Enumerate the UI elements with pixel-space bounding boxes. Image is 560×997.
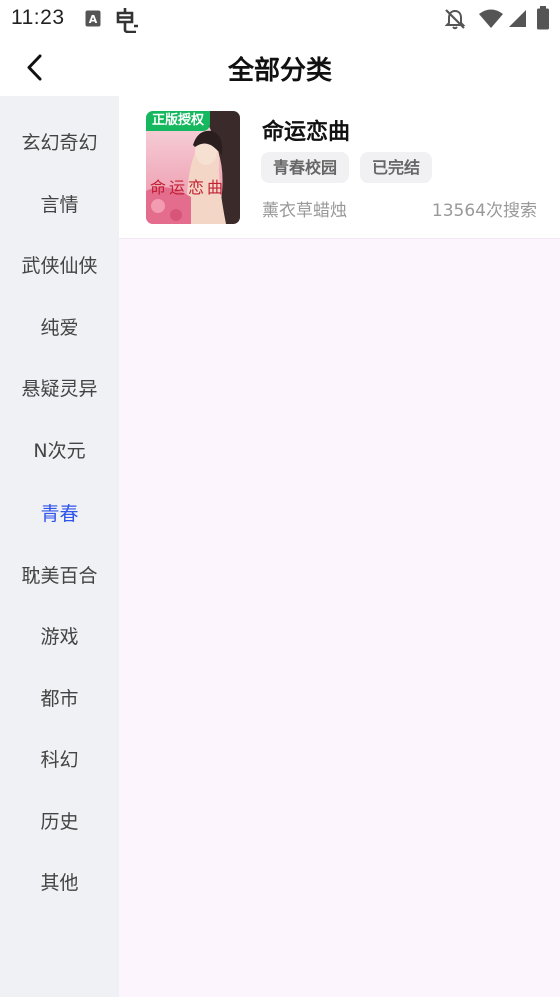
app-notification-icon bbox=[116, 8, 138, 33]
sidebar-item-yanqing[interactable]: 言情 bbox=[0, 185, 119, 225]
license-badge: 正版授权 bbox=[146, 111, 211, 131]
battery-icon bbox=[537, 6, 549, 30]
sidebar-item-xuanhuan[interactable]: 玄幻奇幻 bbox=[0, 123, 119, 163]
sidebar-item-xuanyi[interactable]: 悬疑灵异 bbox=[0, 369, 119, 409]
cover-title: 命运恋曲 bbox=[150, 178, 227, 197]
book-card[interactable]: 正版授权 命运恋曲 命运恋曲 青春校园 已完结 薰衣草蜡烛 13564次搜索 bbox=[119, 96, 560, 239]
sidebar-item-qingchun[interactable]: 青春 bbox=[0, 494, 119, 534]
sidebar-item-danmei[interactable]: 耽美百合 bbox=[0, 556, 119, 596]
book-tag-genre[interactable]: 青春校园 bbox=[261, 152, 350, 183]
sidebar-item-wuxia[interactable]: 武侠仙侠 bbox=[0, 246, 119, 286]
book-list: 正版授权 命运恋曲 命运恋曲 青春校园 已完结 薰衣草蜡烛 13564次搜索 bbox=[119, 96, 560, 997]
wifi-icon bbox=[479, 9, 503, 28]
status-bar: 11:23 A bbox=[0, 0, 560, 38]
bell-off-icon bbox=[444, 9, 466, 30]
status-time: 11:23 bbox=[11, 6, 65, 29]
sidebar-item-kehuan[interactable]: 科幻 bbox=[0, 740, 119, 780]
signal-icon bbox=[509, 10, 526, 27]
sidebar-item-youxi[interactable]: 游戏 bbox=[0, 617, 119, 657]
sidebar-item-lishi[interactable]: 历史 bbox=[0, 802, 119, 842]
book-cover[interactable]: 正版授权 命运恋曲 bbox=[146, 111, 240, 224]
sidebar-item-qita[interactable]: 其他 bbox=[0, 863, 119, 903]
page-title: 全部分类 bbox=[227, 56, 332, 86]
keyboard-a-icon: A bbox=[85, 10, 101, 27]
book-title[interactable]: 命运恋曲 bbox=[262, 114, 350, 146]
category-sidebar: 玄幻奇幻 言情 武侠仙侠 纯爱 悬疑灵异 N次元 青春 耽美百合 游戏 都市 科… bbox=[0, 96, 119, 997]
book-author: 薰衣草蜡烛 bbox=[262, 201, 347, 221]
sidebar-item-chunai[interactable]: 纯爱 bbox=[0, 308, 119, 348]
header: 全部分类 bbox=[0, 38, 560, 96]
sidebar-item-dushi[interactable]: 都市 bbox=[0, 679, 119, 719]
search-count: 13564次搜索 bbox=[431, 201, 537, 221]
book-tag-status: 已完结 bbox=[360, 152, 433, 183]
svg-text:A: A bbox=[89, 13, 98, 26]
sidebar-item-nciyuan[interactable]: N次元 bbox=[0, 431, 119, 471]
